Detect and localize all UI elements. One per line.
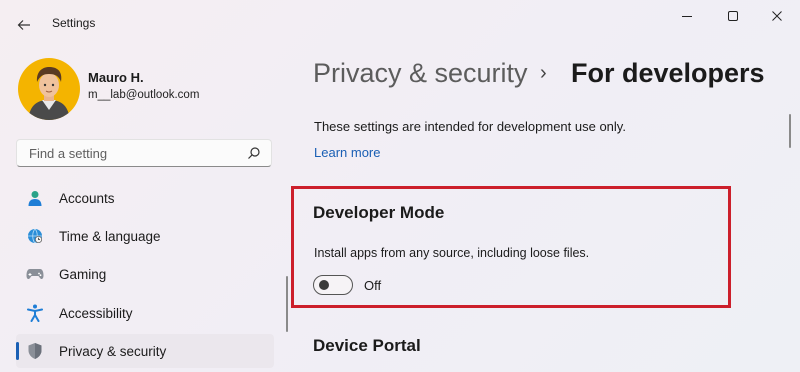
- sidebar-scrollbar[interactable]: [286, 276, 288, 332]
- avatar[interactable]: [18, 58, 80, 120]
- accessibility-icon: [26, 304, 44, 322]
- user-name: Mauro H.: [88, 70, 144, 85]
- sidebar-item-label: Privacy & security: [59, 343, 167, 359]
- toggle-knob: [319, 280, 329, 290]
- toggle-state-label: Off: [364, 278, 382, 293]
- sidebar-item-label: Accessibility: [59, 305, 133, 321]
- breadcrumb-parent[interactable]: Privacy & security: [313, 58, 528, 89]
- sidebar-item-accessibility[interactable]: Accessibility: [16, 296, 274, 330]
- minimize-button[interactable]: [664, 0, 710, 32]
- user-email: m__lab@outlook.com: [88, 89, 200, 101]
- developer-mode-description: Install apps from any source, including …: [314, 246, 590, 260]
- user-avatar-icon: [18, 58, 80, 120]
- breadcrumb-separator: ›: [540, 62, 547, 84]
- accounts-icon: [26, 189, 44, 207]
- sidebar-item-label: Accounts: [59, 190, 115, 206]
- close-button[interactable]: [754, 0, 800, 32]
- intro-text: These settings are intended for developm…: [314, 119, 626, 134]
- sidebar-item-privacy-security[interactable]: Privacy & security: [16, 334, 274, 368]
- developer-mode-toggle[interactable]: [313, 275, 353, 295]
- sidebar-item-label: Time & language: [59, 228, 161, 244]
- globe-clock-icon: [26, 227, 44, 245]
- sidebar-item-accounts[interactable]: Accounts: [16, 181, 274, 215]
- back-button[interactable]: [14, 15, 34, 35]
- search-icon[interactable]: [247, 146, 261, 160]
- search-box[interactable]: [16, 139, 272, 167]
- close-icon: [772, 11, 782, 21]
- sidebar-item-gaming[interactable]: Gaming: [16, 257, 274, 291]
- maximize-icon: [728, 11, 738, 21]
- main-scrollbar[interactable]: [789, 114, 791, 148]
- minimize-icon: [682, 16, 692, 17]
- window-title: Settings: [52, 16, 96, 30]
- back-arrow-icon: [17, 20, 30, 30]
- developer-mode-title: Developer Mode: [313, 203, 445, 222]
- device-portal-title: Device Portal: [313, 336, 421, 355]
- sidebar-item-label: Gaming: [59, 266, 107, 282]
- selected-indicator: [16, 342, 19, 360]
- shield-icon: [26, 342, 44, 360]
- page-title: For developers: [571, 58, 765, 88]
- sidebar-item-time-language[interactable]: Time & language: [16, 219, 274, 253]
- learn-more-link[interactable]: Learn more: [314, 145, 380, 160]
- search-input[interactable]: [27, 144, 247, 162]
- gamepad-icon: [26, 265, 44, 283]
- maximize-button[interactable]: [710, 0, 756, 32]
